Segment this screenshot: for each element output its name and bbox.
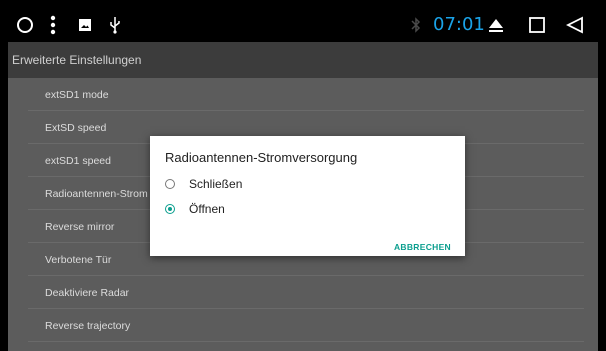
cancel-button[interactable]: ABBRECHEN — [394, 242, 451, 252]
list-item-label: extSD1 speed — [45, 155, 111, 167]
radio-checked-icon[interactable] — [165, 204, 175, 214]
usb-icon — [109, 15, 121, 35]
option-oeffnen[interactable]: Öffnen — [165, 199, 225, 219]
dialog-title: Radioantennen-Stromversorgung — [165, 150, 358, 165]
list-item[interactable]: Deaktiviere Radar — [28, 276, 584, 309]
option-schliessen[interactable]: Schließen — [165, 174, 242, 194]
action-bar: Erweiterte Einstellungen — [8, 42, 598, 78]
list-item-label: Deaktiviere Radar — [45, 287, 130, 299]
more-vert-icon[interactable] — [50, 15, 56, 35]
list-item[interactable]: extSD1 mode — [28, 78, 584, 111]
list-item-label: ExtSD speed — [45, 122, 107, 134]
status-bar: 07:01 — [8, 8, 598, 42]
option-label: Schließen — [189, 177, 243, 191]
list-item-label: Verbotene Tür — [45, 254, 112, 266]
home-circle-icon[interactable] — [16, 15, 34, 35]
recents-square-icon[interactable] — [529, 15, 545, 35]
radio-unchecked-icon[interactable] — [165, 179, 175, 189]
page-title: Erweiterte Einstellungen — [12, 53, 142, 67]
back-triangle-icon[interactable] — [566, 15, 584, 35]
list-item-label: Radioantennen-Strom — [45, 188, 148, 200]
image-icon — [79, 15, 91, 35]
list-item-label: Reverse mirror — [45, 221, 115, 233]
clock-time: 07:01 — [433, 14, 485, 35]
list-item[interactable]: Reverse trajectory — [28, 309, 584, 342]
list-item-label: extSD1 mode — [45, 89, 109, 101]
eject-icon[interactable] — [488, 15, 504, 35]
radio-antenna-power-dialog: Radioantennen-Stromversorgung Schließen … — [150, 136, 465, 256]
screen: 07:01 Erweiterte Einstellungen extSD1 mo… — [8, 8, 598, 351]
list-item-label: Reverse trajectory — [45, 320, 131, 332]
option-label: Öffnen — [189, 202, 225, 216]
bluetooth-icon — [411, 15, 421, 35]
